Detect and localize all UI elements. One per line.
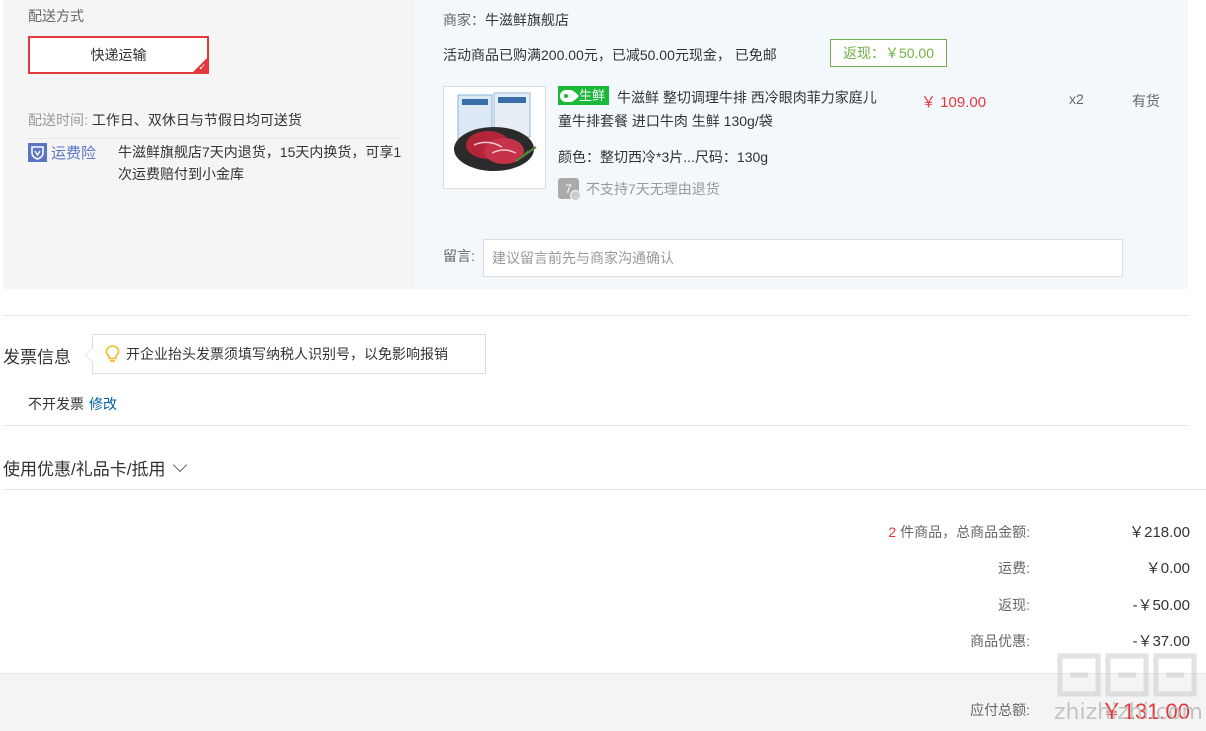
cashback-badge: 返现：￥50.00 (830, 39, 947, 67)
invoice-title: 发票信息 (3, 348, 71, 367)
total-label: 应付总额: (970, 702, 1030, 718)
shipping-method-button[interactable]: 快递运输 ✓ (28, 36, 209, 74)
invoice-tip-text: 开企业抬头发票须填写纳税人识别号，以免影响报销 (126, 346, 448, 362)
items-total-label: 2 件商品，总商品金额: (888, 522, 1030, 542)
shipping-fee-label: 运费: (998, 560, 1030, 576)
items-total-value: ￥218.00 (1129, 524, 1190, 541)
shipping-method-label: 快递运输 (90, 47, 147, 63)
product-image[interactable] (443, 86, 546, 189)
lightbulb-icon (105, 345, 120, 362)
invoice-edit-link[interactable]: 修改 (89, 396, 117, 412)
total-bar: 应付总额: ￥131.00 (0, 673, 1206, 731)
promo-text: 活动商品已购满200.00元，已减50.00元现金， 已免邮 (443, 47, 777, 63)
product-title[interactable]: 生鲜 牛滋鲜 整切调理牛排 西冷眼肉菲力家庭儿童牛排套餐 进口牛肉 生鲜 130g… (558, 86, 878, 133)
fresh-badge-label: 生鲜 (579, 88, 606, 103)
freight-insurance[interactable]: 运费险 (28, 142, 96, 163)
insurance-label: 运费险 (51, 145, 97, 162)
discount-value: -￥37.00 (1132, 633, 1190, 650)
shipping-title: 配送方式 (28, 8, 84, 24)
product-price: ￥ 109.00 (921, 94, 987, 111)
product-panel: 商家：牛滋鲜旗舰店 活动商品已购满200.00元，已减50.00元现金， 已免邮… (415, 0, 1188, 289)
shipping-time-value: 工作日、双休日与节假日均可送货 (91, 112, 302, 128)
fresh-badge: 生鲜 (558, 86, 610, 105)
shipping-panel: 配送方式 快递运输 ✓ 配送时间: 工作日、双休日与节假日均可送货 运费险 牛滋鲜… (3, 0, 415, 289)
message-input[interactable] (483, 239, 1123, 277)
item-count: 2 (888, 524, 897, 540)
coupon-toggle[interactable]: 使用优惠/礼品卡/抵用 (3, 455, 188, 480)
insurance-description: 牛滋鲜旗舰店7天内退货，15天内换货，可享1次运费赔付到小金库 (118, 144, 402, 182)
divider (3, 425, 1188, 426)
shipping-time: 配送时间: 工作日、双休日与节假日均可送货 (28, 110, 302, 130)
cashback-label: 返现: (998, 597, 1030, 613)
check-icon: ✓ (198, 62, 206, 72)
watermark-text: zhizhizhi.com (1054, 700, 1203, 725)
seller-label: 商家： (443, 12, 485, 28)
shield-icon (28, 143, 47, 162)
invoice-value-text: 不开发票 (28, 396, 84, 412)
order-section: 配送方式 快递运输 ✓ 配送时间: 工作日、双休日与节假日均可送货 运费险 牛滋鲜… (3, 0, 1188, 289)
cashback-value: -￥50.00 (1132, 597, 1190, 614)
invoice-value: 不开发票 修改 (28, 394, 117, 414)
no-return-icon: 7 (558, 178, 581, 201)
items-label: 件商品，总商品金额: (900, 524, 1030, 540)
divider (28, 138, 402, 139)
return-policy-text: 不支持7天无理由退货 (586, 180, 720, 197)
shipping-fee-value: ￥0.00 (1145, 560, 1190, 577)
invoice-tip: 开企业抬头发票须填写纳税人识别号，以免影响报销 (85, 334, 486, 374)
seller-info: 商家：牛滋鲜旗舰店 (443, 10, 569, 30)
divider (3, 315, 1188, 316)
fish-icon (560, 89, 579, 102)
stock-status: 有货 (1132, 93, 1160, 109)
product-spec: 颜色：整切西冷*3片...尺码：130g (558, 149, 769, 165)
return-policy: 7 不支持7天无理由退货 (558, 178, 720, 201)
seller-name[interactable]: 牛滋鲜旗舰店 (485, 12, 569, 28)
coupon-label: 使用优惠/礼品卡/抵用 (3, 460, 166, 479)
discount-label: 商品优惠: (970, 633, 1030, 649)
message-label: 留言: (443, 248, 475, 264)
chevron-down-icon (173, 457, 188, 473)
shipping-time-label: 配送时间: (28, 112, 88, 128)
product-quantity: x2 (1069, 91, 1084, 107)
divider (3, 489, 1206, 490)
